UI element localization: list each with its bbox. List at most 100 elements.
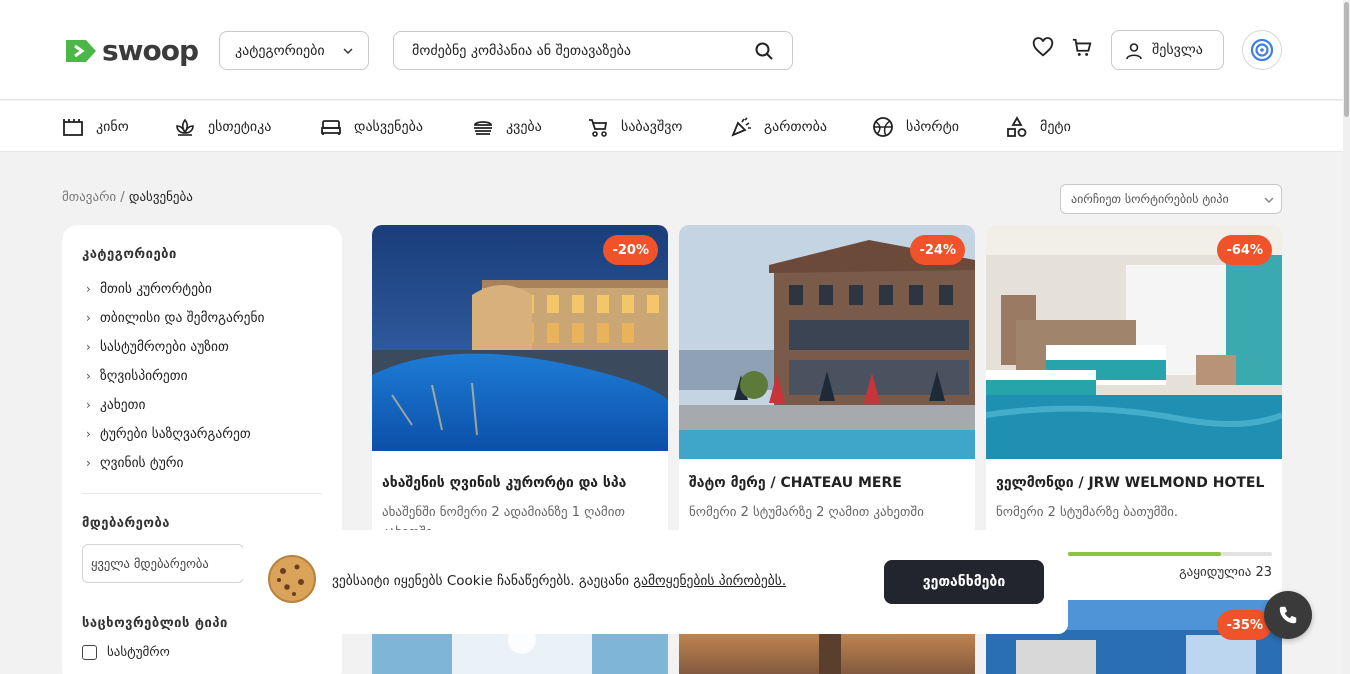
nav-item-more[interactable]: მეტი — [1006, 101, 1071, 152]
chevron-right-icon: › — [86, 311, 91, 325]
cookie-text: ვებსაიტი იყენებს Cookie ჩანაწერებს. გაეც… — [332, 573, 786, 589]
chevron-down-icon — [1264, 197, 1274, 204]
nav-item-sport[interactable]: სპორტი — [872, 101, 959, 152]
chevron-right-icon: › — [86, 456, 91, 470]
search-input[interactable]: მოძებნე კომპანია ან შეთავაზება — [393, 31, 793, 70]
chevron-right-icon: › — [86, 340, 91, 354]
chevron-right-icon: › — [86, 398, 91, 412]
target-icon — [1250, 38, 1274, 62]
sidebar-divider — [82, 493, 322, 494]
chevron-right-icon: › — [86, 282, 91, 296]
categories-dropdown-label: კატეგორიები — [235, 42, 325, 59]
cookie-message: ვებსაიტი იყენებს Cookie ჩანაწერებს. გაეც… — [332, 573, 634, 589]
offer-description: ნომერი 2 სტუმარზე 2 ღამით კახეთში — [689, 505, 924, 520]
logo-text: swoop — [102, 34, 199, 67]
lotus-icon — [176, 118, 194, 136]
nav-item-aesthetics[interactable]: ესთეტიკა — [174, 101, 271, 152]
burger-icon — [474, 120, 492, 135]
cinema-icon — [63, 118, 83, 136]
sidebar-item-category[interactable]: › ღვინის ტური — [86, 455, 184, 471]
accommodation-type-title: საცხოვრებლის ტიპი — [82, 616, 228, 631]
nav-label: საბავშვო — [621, 118, 683, 135]
category-nav: კინო ესთეტიკა დასვენება კვება საბავშვო გ… — [0, 101, 1343, 152]
location-select[interactable]: ყველა მდებარეობა — [82, 544, 244, 583]
sidebar-item-category[interactable]: › ტურები საზღვარგარეთ — [86, 426, 251, 442]
nav-item-entertainment[interactable]: გართობა — [730, 101, 827, 152]
sidebar-item-label: ტურები საზღვარგარეთ — [100, 426, 251, 442]
chevron-down-icon — [343, 48, 353, 55]
chevron-right-icon: › — [86, 369, 91, 383]
shapes-icon — [1007, 115, 1027, 137]
sold-progress-bar — [1068, 552, 1272, 556]
sold-count: გაყიდულია 23 — [1179, 565, 1272, 580]
sidebar-item-label: ზღვისპირეთი — [100, 368, 188, 384]
sidebar-item-label: ღვინის ტური — [100, 455, 184, 471]
discount-badge: -20% — [603, 235, 658, 265]
categories-title: კატეგორიები — [82, 247, 177, 262]
logo-mark-icon — [66, 39, 96, 62]
discount-badge: -24% — [910, 235, 965, 265]
chevron-right-icon: › — [86, 427, 91, 441]
nav-label: სპორტი — [906, 118, 959, 135]
cookie-banner: ვებსაიტი იყენებს Cookie ჩანაწერებს. გაეც… — [243, 530, 1068, 634]
sidebar-item-category[interactable]: › კახეთი — [86, 397, 145, 413]
search-icon[interactable] — [754, 41, 774, 61]
accept-cookies-button[interactable]: ვეთანხმები — [884, 560, 1044, 604]
sold-progress-fill — [1068, 552, 1221, 556]
sidebar-item-category[interactable]: › ზღვისპირეთი — [86, 368, 188, 384]
sidebar-item-category[interactable]: › მთის კურორტები — [86, 281, 212, 297]
swoop-logo[interactable]: swoop — [62, 34, 199, 67]
nav-label: დასვენება — [354, 118, 423, 135]
type-option-hotel[interactable]: სასტუმრო — [82, 645, 170, 660]
breadcrumb: მთავარი / დასვენება — [62, 190, 193, 205]
nav-item-leisure[interactable]: დასვენება — [320, 101, 423, 152]
sidebar-item-label: სასტუმროები აუზით — [100, 339, 229, 355]
terms-link[interactable]: გამოყენების პირობებს. — [633, 573, 786, 589]
offer-title: ველმონდი / JRW WELMOND HOTEL — [996, 475, 1265, 491]
type-option-label: სასტუმრო — [107, 645, 170, 660]
nav-label: ესთეტიკა — [208, 118, 272, 135]
nav-item-cinema[interactable]: კინო — [62, 101, 129, 152]
scrollbar-thumb[interactable] — [1344, 2, 1349, 117]
stroller-icon — [589, 118, 608, 137]
breadcrumb-current: დასვენება — [128, 190, 193, 205]
sidebar-item-category[interactable]: › სასტუმროები აუზით — [86, 339, 229, 355]
sort-placeholder: აირჩიეთ სორტირების ტიპი — [1071, 192, 1229, 206]
cart-icon[interactable] — [1071, 37, 1093, 59]
search-placeholder: მოძებნე კომპანია ან შეთავაზება — [412, 42, 631, 59]
user-icon — [1126, 43, 1142, 60]
heart-icon[interactable] — [1032, 37, 1054, 59]
login-label: შესვლა — [1152, 42, 1203, 58]
cookie-icon — [268, 555, 316, 603]
offer-title: ახაშენის ღვინის კურორტი და სპა — [382, 475, 627, 491]
nav-label: გართობა — [764, 118, 827, 135]
breadcrumb-separator: / — [120, 190, 125, 205]
offer-title: შატო მერე / CHATEAU MERE — [689, 475, 902, 491]
sidebar-item-category[interactable]: › თბილისი და შემოგარენი — [86, 310, 265, 326]
bed-icon — [321, 119, 341, 135]
breadcrumb-home[interactable]: მთავარი — [62, 190, 116, 205]
location-title: მდებარეობა — [82, 516, 170, 531]
categories-dropdown[interactable]: კატეგორიები — [219, 31, 369, 70]
party-icon — [731, 116, 751, 137]
ball-icon — [873, 116, 893, 137]
site-header: swoop კატეგორიები მოძებნე კომპანია ან შე… — [0, 0, 1343, 100]
offer-description: ნომერი 2 სტუმარზე ბათუმში. — [996, 505, 1178, 520]
sidebar-item-label: მთის კურორტები — [100, 281, 212, 297]
nav-label: კინო — [96, 118, 129, 135]
sort-select[interactable]: აირჩიეთ სორტირების ტიპი — [1060, 184, 1282, 214]
discount-badge: -64% — [1217, 235, 1272, 265]
nav-label: კვება — [506, 118, 542, 135]
login-button[interactable]: შესვლა — [1111, 30, 1224, 70]
nav-item-kids[interactable]: საბავშვო — [587, 101, 682, 152]
checkbox[interactable] — [82, 645, 97, 660]
partner-button[interactable] — [1242, 30, 1282, 70]
sidebar-item-label: თბილისი და შემოგარენი — [100, 310, 265, 326]
location-value: ყველა მდებარეობა — [91, 556, 209, 571]
nav-label: მეტი — [1040, 118, 1071, 135]
nav-item-food[interactable]: კვება — [472, 101, 542, 152]
call-button[interactable] — [1264, 591, 1312, 639]
phone-icon — [1279, 606, 1297, 624]
page-scrollbar[interactable] — [1343, 0, 1350, 674]
sidebar-item-label: კახეთი — [100, 397, 146, 413]
